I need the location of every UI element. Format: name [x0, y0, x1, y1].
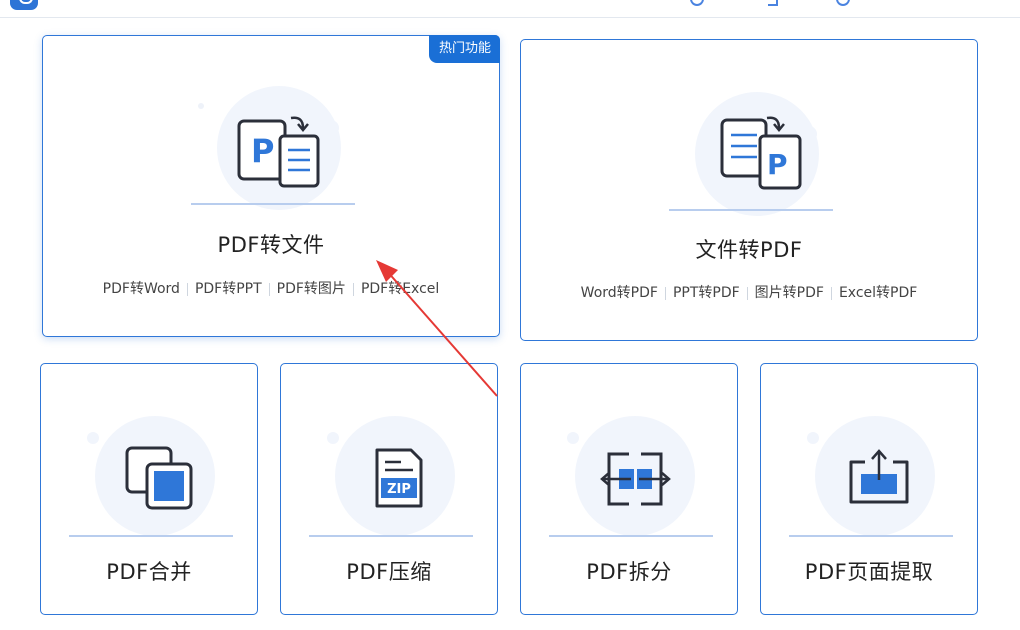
svg-text:ZIP: ZIP	[387, 482, 411, 497]
link-excel-to-pdf[interactable]: Excel转PDF	[832, 286, 924, 301]
card-pdf-compress[interactable]: ZIP PDF压缩	[280, 363, 498, 615]
card-title: PDF拆分	[586, 560, 672, 584]
card-pdf-page-extract[interactable]: PDF页面提取	[760, 363, 978, 615]
card-title: PDF合并	[106, 560, 192, 584]
card-file-to-pdf[interactable]: P 文件转PDF Word转PDF PPT转PDF 图片转PDF Excel转PDF	[520, 39, 978, 341]
card-pdf-to-file[interactable]: 热门功能 P PDF转文件 PDF转Word PDF转PPT PDF转图片 PDF转E…	[42, 35, 500, 337]
split-arrows-icon	[549, 416, 713, 537]
app-logo	[10, 0, 38, 10]
link-pdf-to-image[interactable]: PDF转图片	[270, 282, 353, 297]
sub-link-list: Word转PDF PPT转PDF 图片转PDF Excel转PDF	[521, 285, 977, 301]
link-pdf-to-word[interactable]: PDF转Word	[96, 282, 187, 297]
link-pdf-to-ppt[interactable]: PDF转PPT	[188, 282, 269, 297]
card-title: PDF压缩	[346, 560, 432, 584]
link-word-to-pdf[interactable]: Word转PDF	[574, 286, 665, 301]
document-to-pdf-icon: P	[669, 92, 833, 216]
pdf-to-document-icon: P	[191, 86, 355, 210]
header-icon[interactable]	[768, 0, 778, 6]
svg-text:P: P	[251, 132, 274, 170]
header-icon[interactable]	[836, 0, 850, 6]
sub-link-list: PDF转Word PDF转PPT PDF转图片 PDF转Excel	[43, 281, 499, 297]
merge-squares-icon	[69, 416, 233, 537]
link-image-to-pdf[interactable]: 图片转PDF	[748, 286, 831, 301]
svg-text:P: P	[767, 148, 788, 181]
card-title: PDF转文件	[217, 233, 325, 257]
zip-file-icon: ZIP	[309, 416, 473, 537]
card-title: PDF页面提取	[804, 560, 934, 584]
link-ppt-to-pdf[interactable]: PPT转PDF	[666, 286, 747, 301]
card-title: 文件转PDF	[695, 238, 803, 262]
card-pdf-merge[interactable]: PDF合并	[40, 363, 258, 615]
link-pdf-to-excel[interactable]: PDF转Excel	[354, 282, 446, 297]
header-icon[interactable]	[690, 0, 704, 6]
top-header	[0, 0, 1020, 18]
extract-upload-icon	[789, 416, 953, 537]
hot-feature-badge: 热门功能	[428, 35, 500, 63]
card-pdf-split[interactable]: PDF拆分	[520, 363, 738, 615]
